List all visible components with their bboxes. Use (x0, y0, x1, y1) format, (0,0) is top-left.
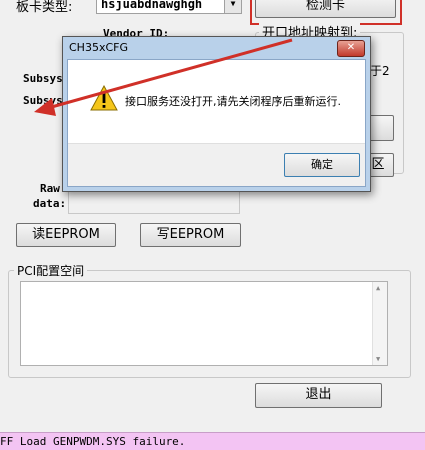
dialog-body: 接口服务还没打开,请先关闭程序后重新运行. 确定 (67, 59, 366, 187)
write-eeprom-button[interactable]: 写EEPROM (140, 223, 241, 247)
ok-label: 确定 (311, 158, 333, 171)
scroll-down-icon[interactable]: ▼ (376, 355, 380, 363)
error-dialog: CH35xCFG ✕ 接口服务还没打开,请先关闭程序后重新运行. 确定 (62, 36, 371, 192)
subsys-label-1: Subsys (23, 72, 63, 85)
status-bar: FF Load GENPWDM.SYS failure. (0, 432, 425, 450)
read-eeprom-label: 读EEPROM (32, 227, 100, 242)
scroll-up-icon[interactable]: ▲ (376, 284, 380, 292)
dialog-title: CH35xCFG (69, 41, 128, 54)
dialog-message: 接口服务还没打开,请先关闭程序后重新运行. (125, 95, 341, 108)
status-text: FF Load GENPWDM.SYS failure. (0, 435, 186, 448)
data-label: data: (33, 197, 67, 210)
dialog-footer: 确定 (68, 143, 365, 186)
warning-icon (90, 85, 118, 111)
read-eeprom-button[interactable]: 读EEPROM (16, 223, 116, 247)
exit-button[interactable]: 退出 (255, 383, 382, 408)
card-type-label: 板卡类型: (16, 0, 73, 15)
port-map-partial-text: 于2 (370, 64, 390, 78)
raw-label: Raw (40, 182, 60, 195)
subsys-label-2: Subsys (23, 94, 63, 107)
pci-config-textarea[interactable]: ▲ ▼ (20, 281, 388, 366)
ok-button[interactable]: 确定 (284, 153, 360, 177)
partial-button-label: 区 (371, 157, 385, 172)
pci-config-group-title: PCI配置空间 (14, 262, 88, 279)
textarea-scrollbar[interactable]: ▲ ▼ (372, 282, 387, 365)
chevron-down-icon[interactable]: ▼ (224, 0, 241, 13)
raw-data-field[interactable] (68, 190, 240, 214)
write-eeprom-label: 写EEPROM (156, 227, 225, 242)
close-icon[interactable]: ✕ (337, 40, 365, 57)
card-type-select[interactable]: hsjuabdnawghgh ▼ (96, 0, 242, 14)
exit-label: 退出 (305, 387, 332, 402)
card-type-value: hsjuabdnawghgh (101, 0, 203, 11)
